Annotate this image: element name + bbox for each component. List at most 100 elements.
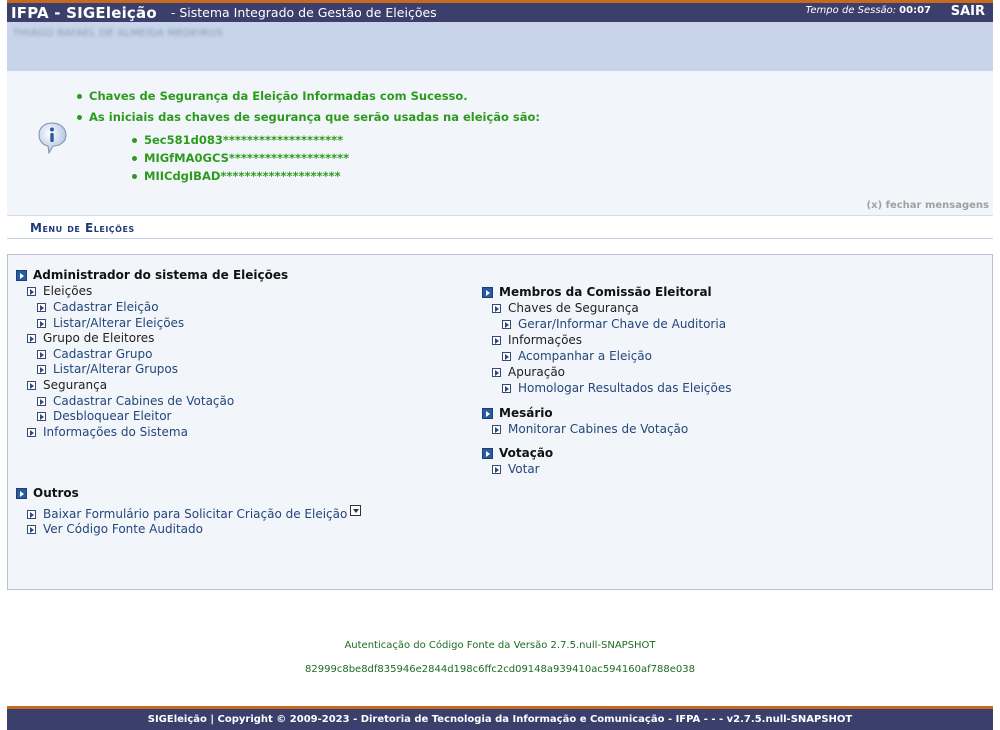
success-message: Chaves de Segurança da Eleição Informada… [77,89,540,103]
key-item: 5ec581d083******************** [132,133,349,147]
messages-panel: Chaves de Segurança da Eleição Informada… [7,71,993,216]
link-listar-eleicoes[interactable]: Listar/Alterar Eleições [37,316,184,330]
key-item: MIGfMA0GCS******************** [132,151,349,165]
arrow-icon [37,349,46,359]
link-votar[interactable]: Votar [492,462,540,476]
menu-title: Menu de Eleições [30,221,135,235]
link-listar-grupos[interactable]: Listar/Alterar Grupos [37,362,178,376]
section-arrow-icon [16,487,27,499]
arrow-icon [492,424,501,434]
group-eleitores: Grupo de Eleitores [27,331,154,345]
arrow-icon [492,464,501,474]
arrow-icon [37,318,46,328]
key-item: MIICdgIBAD******************** [132,169,349,183]
section-outros: Outros [16,486,79,500]
info-icon [38,122,67,155]
arrow-icon [502,319,511,329]
link-label: Desbloquear Eleitor [53,409,172,423]
link-label: Informações do Sistema [43,425,188,439]
link-desbloquear-eleitor[interactable]: Desbloquear Eleitor [37,409,172,423]
link-label: Cadastrar Grupo [53,347,153,361]
session-time: 00:07 [899,5,931,16]
group-apuracao: Apuração [492,365,565,379]
logout-button[interactable]: SAIR [951,4,985,19]
user-name: THIAGO RAFAEL DE ALMEIDA MEDEIROS [13,28,224,39]
section-arrow-icon [482,286,493,298]
arrow-icon [502,383,511,393]
group-chaves-label: Chaves de Segurança [508,301,639,315]
section-admin-title: Administrador do sistema de Eleições [33,268,289,282]
copyright-text: SIGEleição | Copyright © 2009-2023 - Dir… [147,714,853,725]
arrow-icon [37,302,46,312]
arrow-icon [37,411,46,421]
link-cadastrar-eleicao[interactable]: Cadastrar Eleição [37,300,159,314]
link-homologar-resultados[interactable]: Homologar Resultados das Eleições [502,381,732,395]
section-mesario-title: Mesário [499,406,553,420]
section-comissao: Membros da Comissão Eleitoral [482,285,712,299]
arrow-icon [27,427,36,437]
keys-message: As iniciais das chaves de segurança que … [77,110,540,124]
section-mesario: Mesário [482,406,553,420]
group-eleicoes: Eleições [27,284,92,298]
section-arrow-icon [482,447,493,459]
section-admin: Administrador do sistema de Eleições [16,268,288,282]
arrow-icon [37,396,46,406]
section-votacao: Votação [482,446,553,460]
user-info-bar: THIAGO RAFAEL DE ALMEIDA MEDEIROS [7,22,993,71]
app-subtitle: - Sistema Integrado de Gestão de Eleiçõe… [170,5,437,20]
arrow-icon [502,351,511,361]
arrow-icon [492,367,501,377]
group-apuracao-label: Apuração [508,365,566,379]
section-votacao-title: Votação [499,446,554,460]
menu-panel: Administrador do sistema de Eleições Ele… [7,254,993,590]
arrow-icon [27,333,36,343]
link-label: Ver Código Fonte Auditado [43,522,203,536]
arrow-icon [27,509,36,519]
link-label: Acompanhar a Eleição [518,349,653,363]
group-informacoes: Informações [492,333,582,347]
key-list: 5ec581d083******************** MIGfMA0GC… [132,133,349,187]
arrow-icon [27,380,36,390]
link-label: Homologar Resultados das Eleições [518,381,732,395]
message-list: Chaves de Segurança da Eleição Informada… [77,89,540,131]
group-eleitores-label: Grupo de Eleitores [43,331,155,345]
arrow-icon [492,303,501,313]
link-baixar-formulario[interactable]: Baixar Formulário para Solicitar Criação… [27,504,362,521]
link-label: Cadastrar Cabines de Votação [53,394,235,408]
section-comissao-title: Membros da Comissão Eleitoral [499,285,712,299]
link-monitorar-cabines[interactable]: Monitorar Cabines de Votação [492,422,688,436]
link-label: Baixar Formulário para Solicitar Criação… [43,507,348,521]
link-label: Listar/Alterar Grupos [53,362,179,376]
group-seguranca: Segurança [27,378,107,392]
top-header-bar: IFPA - SIGEleição - Sistema Integrado de… [7,0,993,22]
group-chaves: Chaves de Segurança [492,301,639,315]
link-cadastrar-grupo[interactable]: Cadastrar Grupo [37,347,153,361]
link-label: Listar/Alterar Eleições [53,316,185,330]
link-label: Monitorar Cabines de Votação [508,422,689,436]
app-name: IFPA - SIGEleição [11,3,157,22]
section-outros-title: Outros [33,486,79,500]
arrow-icon [37,364,46,374]
link-label: Cadastrar Eleição [53,300,159,314]
group-seguranca-label: Segurança [43,378,108,392]
download-icon [350,504,362,516]
session-timer: Tempo de Sessão: 00:07 [806,5,931,16]
link-gerar-chave[interactable]: Gerar/Informar Chave de Auditoria [502,317,726,331]
group-eleicoes-label: Eleições [43,284,93,298]
group-informacoes-label: Informações [508,333,583,347]
link-acompanhar-eleicao[interactable]: Acompanhar a Eleição [502,349,652,363]
section-arrow-icon [16,269,27,281]
session-label: Tempo de Sessão: [805,5,897,16]
link-label: Votar [508,462,540,476]
auth-hash-text: 82999c8be8df835946e2844d198c6ffc2cd09148… [305,664,695,675]
section-arrow-icon [482,407,493,419]
link-label: Gerar/Informar Chave de Auditoria [518,317,727,331]
menu-title-bar: Menu de Eleições [7,216,993,239]
arrow-icon [27,286,36,296]
close-messages-link[interactable]: (x) fechar mensagens [867,200,989,211]
link-informacoes-sistema[interactable]: Informações do Sistema [27,425,188,439]
link-cadastrar-cabines[interactable]: Cadastrar Cabines de Votação [37,394,234,408]
link-codigo-fonte[interactable]: Ver Código Fonte Auditado [27,522,203,536]
auth-version-text: Autenticação do Código Fonte da Versão 2… [344,640,656,651]
arrow-icon [27,524,36,534]
